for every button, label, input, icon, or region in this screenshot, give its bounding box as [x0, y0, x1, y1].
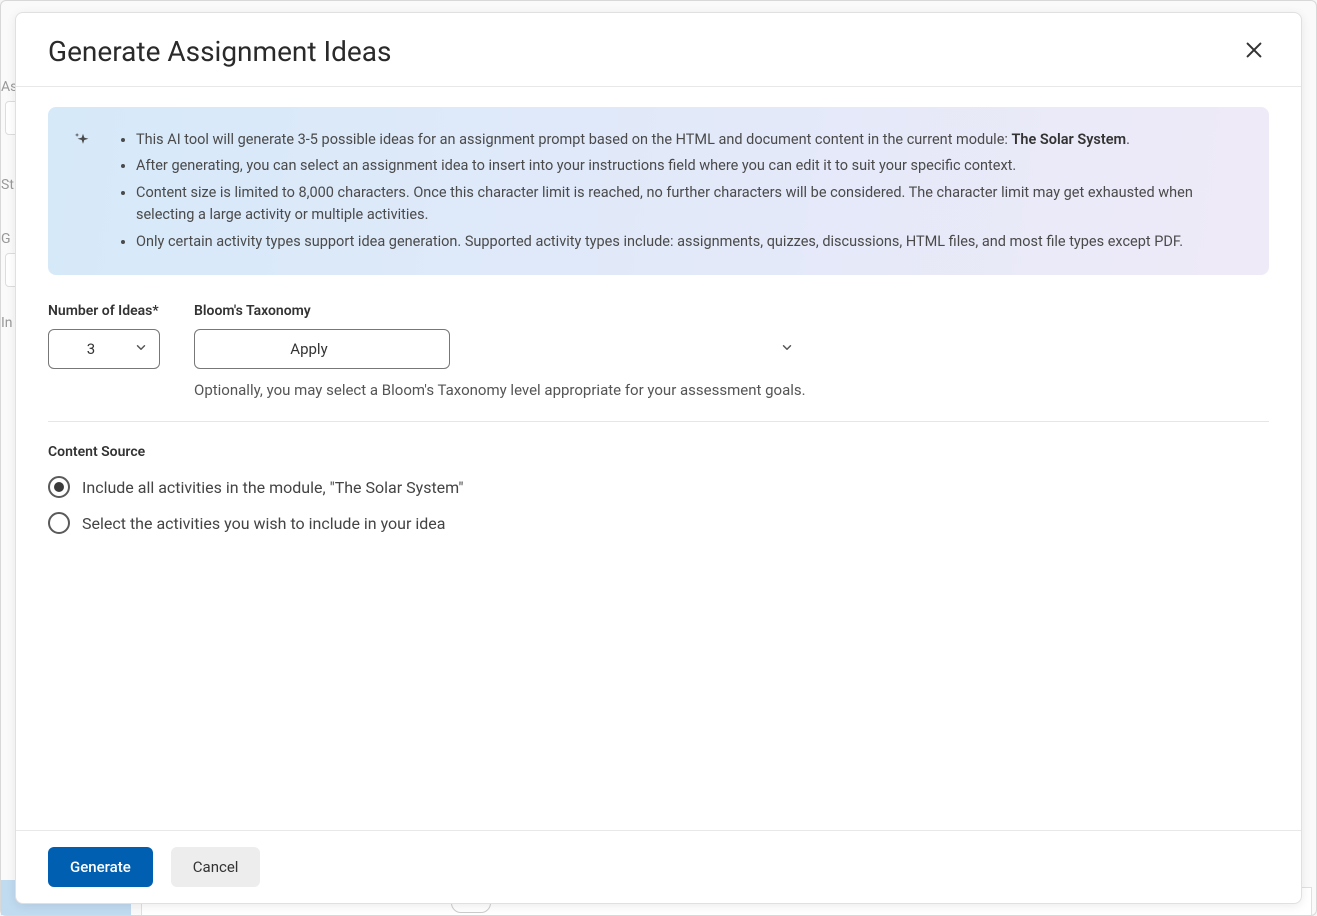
generate-button[interactable]: Generate	[48, 847, 153, 887]
generate-ideas-dialog: Generate Assignment Ideas This AI tool w…	[15, 12, 1302, 904]
info-box: This AI tool will generate 3-5 possible …	[48, 107, 1269, 275]
cancel-button[interactable]: Cancel	[171, 847, 261, 887]
info-module-name: The Solar System	[1012, 131, 1127, 148]
radio-icon	[48, 476, 70, 498]
content-source-heading: Content Source	[48, 444, 1269, 460]
info-text: This AI tool will generate 3-5 possible …	[136, 131, 1012, 148]
radio-icon	[48, 512, 70, 534]
bg-label: In	[1, 315, 13, 331]
info-item: After generating, you can select an assi…	[136, 155, 1241, 177]
info-text: .	[1126, 131, 1130, 148]
bloom-select-wrap: Apply	[194, 329, 806, 369]
info-item: This AI tool will generate 3-5 possible …	[136, 129, 1241, 151]
radio-label: Select the activities you wish to includ…	[82, 514, 445, 533]
bloom-group: Bloom's Taxonomy Apply Optionally, you m…	[194, 303, 806, 399]
info-item: Only certain activity types support idea…	[136, 231, 1241, 253]
chevron-down-icon	[780, 340, 794, 359]
num-ideas-group: Number of Ideas* 3	[48, 303, 160, 399]
bloom-helper-text: Optionally, you may select a Bloom's Tax…	[194, 381, 806, 399]
num-ideas-select-wrap: 3	[48, 329, 160, 369]
bg-label: St	[1, 177, 14, 193]
dialog-title: Generate Assignment Ideas	[48, 35, 391, 68]
bg-label: G	[1, 231, 11, 247]
sparkle-icon	[72, 129, 94, 253]
content-source-section: Content Source Include all activities in…	[48, 444, 1269, 534]
bloom-value: Apply	[290, 340, 327, 358]
num-ideas-select[interactable]: 3	[48, 329, 160, 369]
dialog-footer: Generate Cancel	[16, 830, 1301, 903]
dialog-body: This AI tool will generate 3-5 possible …	[16, 87, 1301, 830]
num-ideas-value: 3	[87, 340, 95, 358]
radio-select-activities[interactable]: Select the activities you wish to includ…	[48, 512, 1269, 534]
info-item: Content size is limited to 8,000 charact…	[136, 182, 1241, 227]
controls-row: Number of Ideas* 3 Bloom's Taxonomy Appl…	[48, 303, 1269, 422]
dialog-header: Generate Assignment Ideas	[16, 13, 1301, 87]
bloom-label: Bloom's Taxonomy	[194, 303, 806, 319]
info-list: This AI tool will generate 3-5 possible …	[118, 129, 1241, 253]
close-icon	[1243, 49, 1265, 64]
radio-include-all[interactable]: Include all activities in the module, "T…	[48, 476, 1269, 498]
bloom-select[interactable]: Apply	[194, 329, 450, 369]
close-button[interactable]	[1239, 35, 1269, 68]
radio-label: Include all activities in the module, "T…	[82, 478, 464, 497]
num-ideas-label: Number of Ideas*	[48, 303, 160, 319]
